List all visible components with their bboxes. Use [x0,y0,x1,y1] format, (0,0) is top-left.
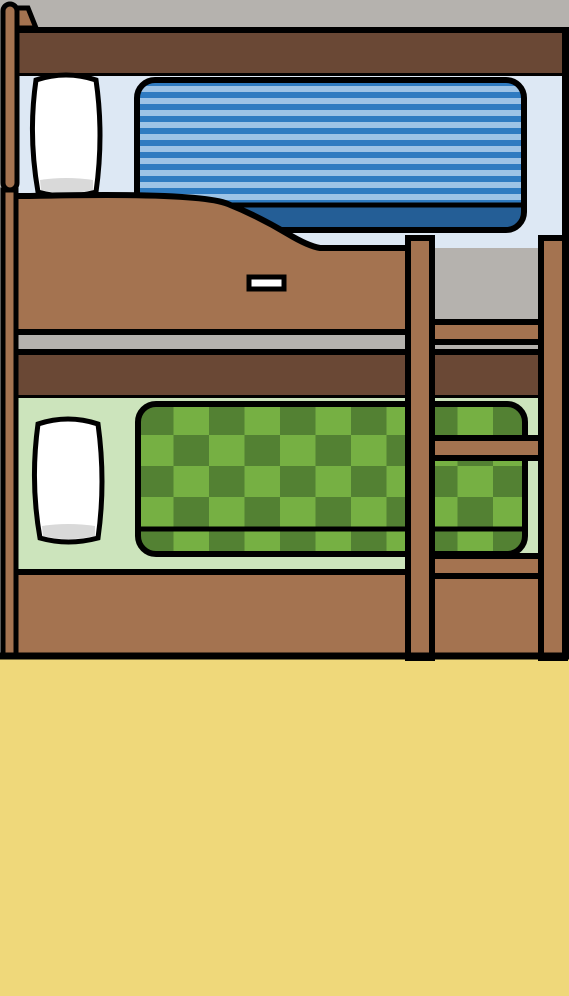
blanket-check [244,435,281,467]
bottom-bunk[interactable] [1,349,569,659]
ladder-rung [429,435,544,461]
blanket-check [351,497,387,529]
blanket-check [244,404,281,436]
bunk-bed-scene [0,0,569,996]
blanket-stripe [137,92,524,98]
bottom-base [1,569,569,659]
left-post [0,1,20,193]
blanket-check [244,497,281,529]
blanket-check [315,404,352,436]
blanket-check [351,466,387,498]
blanket-check [209,497,245,529]
blanket-check [351,435,387,467]
bottom-blanket-checks [138,404,525,554]
blanket-check [351,404,387,436]
ladder-rung [429,319,544,345]
blanket-check [315,497,352,529]
blanket-check [457,466,494,498]
blanket-check [138,466,174,498]
blanket-check [457,404,494,436]
blanket-check [315,466,352,498]
top-pillow[interactable] [29,72,103,199]
blanket-check [138,435,174,467]
blanket-stripe [137,164,524,170]
top-rail [11,27,569,79]
bottom-pillow-shadow [42,524,95,539]
blanket-stripe [137,140,524,146]
blanket-check [315,435,352,467]
floor[interactable] [0,656,569,996]
ladder-left-rail [405,235,435,661]
blanket-check [244,466,281,498]
blanket-check [173,497,210,529]
blanket-check [280,466,316,498]
left-post-lower [0,187,19,659]
blanket-stripe [137,116,524,122]
ladder-right-rail [538,235,568,661]
blanket-check [209,404,245,436]
blanket-stripe [137,188,524,194]
blanket-check [280,404,316,436]
blanket-check [209,466,245,498]
blanket-check [457,497,494,529]
blanket-check [280,435,316,467]
blanket-stripe [137,176,524,182]
blanket-check [173,404,210,436]
blanket-check [173,466,210,498]
blanket-check [280,497,316,529]
top-pillow-shadow [40,178,93,193]
blanket-stripe [137,128,524,134]
ladder-rung [429,553,544,579]
blanket-check [173,435,210,467]
blanket-check [138,497,174,529]
blanket-stripe [137,104,524,110]
blanket-stripe [137,152,524,158]
bottom-rail [11,349,569,401]
blanket-check [209,435,245,467]
bottom-pillow[interactable] [31,416,105,545]
top-panel-slot [246,274,287,292]
